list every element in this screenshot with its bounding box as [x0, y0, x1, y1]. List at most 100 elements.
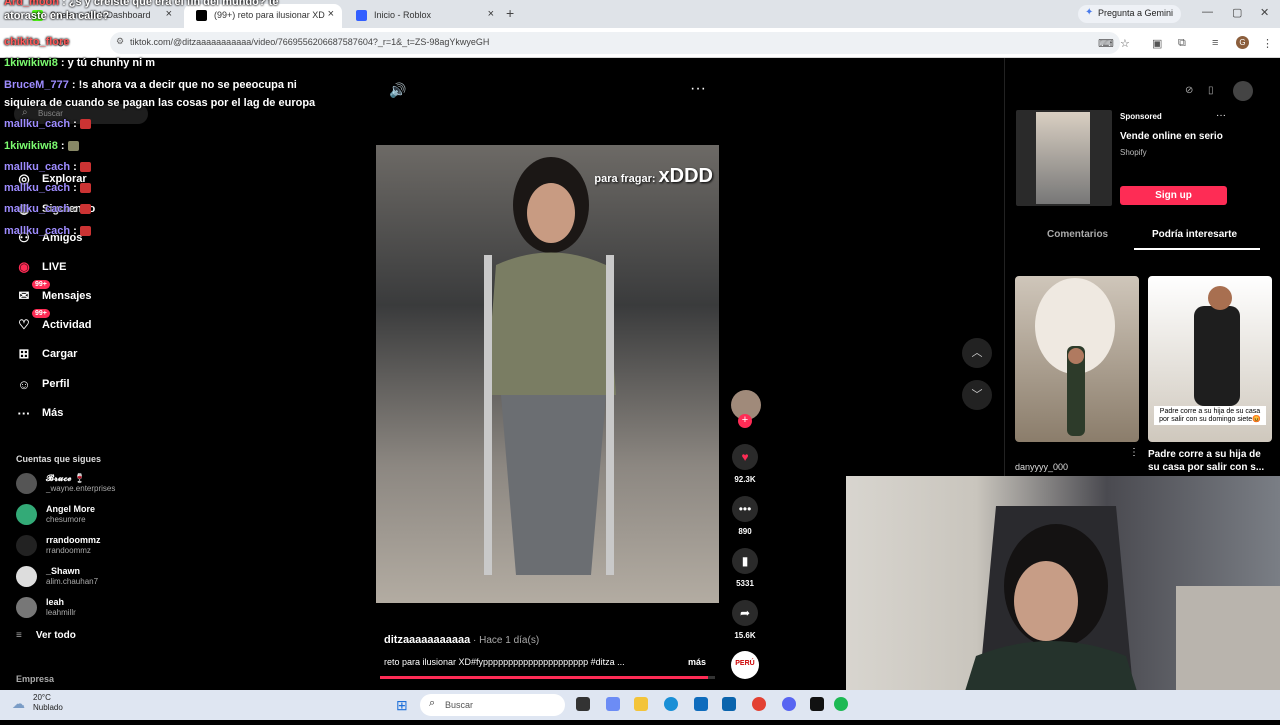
close-tab-icon[interactable]: ×: [488, 8, 494, 20]
list-icon: ≡: [16, 630, 22, 641]
video-player[interactable]: para fragar: xDDD: [376, 145, 719, 603]
sidebar-item-label: Siguiendo: [42, 203, 96, 215]
ad-title[interactable]: Vende online en serio: [1120, 131, 1223, 142]
taskbar-search-input[interactable]: ⌕ Buscar: [420, 694, 565, 716]
outlook-icon[interactable]: [722, 697, 736, 711]
video-author[interactable]: ditzaaaaaaaaaaa · Hace 1 día(s): [384, 634, 539, 646]
sidebar-item-live[interactable]: ◉ LIVE: [14, 256, 66, 278]
device-icon[interactable]: ▯: [1208, 85, 1214, 96]
minimize-icon[interactable]: —: [1202, 6, 1213, 18]
reload-icon[interactable]: ↻: [56, 37, 65, 50]
more-icon: ···: [17, 405, 31, 421]
follow-plus-icon[interactable]: +: [738, 414, 752, 428]
tab-podria-interesarte[interactable]: Podría interesarte: [1152, 229, 1237, 240]
next-video-button[interactable]: ﹀: [962, 380, 992, 410]
close-tab-icon[interactable]: ×: [166, 8, 172, 20]
tab-list-chevron-icon[interactable]: ⌄: [6, 7, 14, 18]
sidebar-item-siguiendo[interactable]: ◍ Siguiendo: [14, 198, 95, 220]
avatar: [16, 535, 37, 556]
tab-title: (99+) reto para ilusionar XD: [214, 10, 325, 20]
recommended-video-thumbnail[interactable]: Padre corre a su hija de su casa por sal…: [1148, 276, 1272, 442]
sidebar-search-input[interactable]: ⌕ Buscar: [14, 104, 148, 124]
sign-up-button[interactable]: Sign up: [1120, 186, 1227, 205]
user-avatar[interactable]: [1233, 81, 1253, 101]
tab-roblox[interactable]: Inicio - Roblox ×: [344, 4, 502, 28]
sidebar-item-label: Más: [42, 407, 64, 419]
sidebar-item-mensajes[interactable]: ✉ 99+ Mensajes: [14, 280, 92, 307]
messages-glyph: ✉: [18, 288, 30, 303]
tab-comentarios[interactable]: Comentarios: [1047, 229, 1108, 240]
weather-cloud-icon: ☁: [12, 696, 25, 711]
profile-avatar[interactable]: G: [1236, 36, 1249, 49]
like-button[interactable]: ♥ 92.3K: [731, 444, 759, 484]
copilot-icon[interactable]: [606, 697, 620, 711]
discord-icon[interactable]: [782, 697, 796, 711]
chrome-icon[interactable]: [752, 697, 766, 711]
sound-disc[interactable]: PERÚ: [731, 651, 759, 679]
sidebar-item-cargar[interactable]: ⊞ Cargar: [14, 343, 78, 365]
sidebar-item-amigos[interactable]: ⚇ Amigos: [14, 227, 82, 249]
forward-icon[interactable]: →: [32, 37, 43, 49]
company-link[interactable]: Empresa: [16, 674, 54, 684]
ad-thumbnail[interactable]: [1016, 110, 1112, 206]
sidebar-item-perfil[interactable]: ☺ Perfil: [14, 373, 69, 395]
volume-icon[interactable]: 🔊: [389, 82, 406, 99]
menu-kebab-icon[interactable]: ⋮: [1262, 37, 1273, 50]
see-all-button[interactable]: ≡ Ver todo: [16, 630, 76, 641]
caption-more-button[interactable]: más: [688, 657, 706, 667]
tab-tiktok-video[interactable]: (99+) reto para ilusionar XD ×: [184, 4, 342, 28]
sidebar-item-mas[interactable]: ··· Más: [14, 402, 64, 424]
task-view-icon[interactable]: [576, 697, 590, 711]
url-text: tiktok.com/@ditzaaaaaaaaaaa/video/766955…: [130, 37, 490, 47]
previous-video-button[interactable]: ︿: [962, 338, 992, 368]
upload-icon: ⊞: [18, 346, 30, 361]
sidebar-item-explorar[interactable]: ◎ Explorar: [14, 168, 86, 190]
sidebar-item-label: LIVE: [42, 261, 67, 273]
comment-button[interactable]: ••• 890: [731, 496, 759, 536]
recommended-video-thumbnail[interactable]: [1015, 276, 1139, 442]
close-tab-icon[interactable]: ×: [328, 8, 334, 20]
activity-icon: ♡ 99+: [14, 309, 50, 335]
sidebar-item-actividad[interactable]: ♡ 99+ Actividad: [14, 309, 92, 336]
back-icon[interactable]: ←: [10, 37, 21, 49]
friends-icon: ⚇: [18, 230, 30, 245]
url-input[interactable]: ⚙ tiktok.com/@ditzaaaaaaaaaaa/video/7669…: [110, 32, 1120, 54]
translate-icon[interactable]: ⌨: [1098, 37, 1114, 50]
edge-icon[interactable]: [664, 697, 678, 711]
file-explorer-icon[interactable]: [634, 697, 648, 711]
site-info-icon[interactable]: ⚙: [116, 36, 124, 47]
spotify-icon[interactable]: [834, 697, 848, 711]
more-options-icon[interactable]: ···: [690, 80, 706, 98]
thumbnail-image: [1035, 278, 1115, 436]
recommended-video-title[interactable]: Padre corre a su hija de su casa por sal…: [1148, 448, 1268, 474]
account-name: leah: [46, 597, 65, 607]
obs-icon[interactable]: [810, 697, 824, 711]
ask-gemini-button[interactable]: Pregunta a Gemini: [1078, 5, 1182, 23]
heart-icon: ♥: [732, 444, 758, 470]
windows-taskbar: ☁ 20°C Nublado ⊞ ⌕ Buscar: [0, 690, 1280, 720]
store-icon[interactable]: [694, 697, 708, 711]
ad-menu-icon[interactable]: ···: [1216, 110, 1226, 121]
puzzle-icon[interactable]: ⧉: [1178, 37, 1186, 50]
save-button[interactable]: ▮ 5331: [731, 548, 759, 588]
bookmark-star-icon[interactable]: ☆: [1120, 37, 1130, 50]
recommended-video-user[interactable]: danyyyy_000: [1015, 462, 1068, 472]
share-button[interactable]: ➦ 15.6K: [731, 600, 759, 640]
reading-list-icon[interactable]: ≡: [1212, 37, 1218, 49]
settings-icon[interactable]: ⊘: [1185, 85, 1193, 96]
tab-kick-dashboard[interactable]: Stream - Kick Dashboard ×: [20, 4, 180, 28]
close-window-icon[interactable]: ✕: [1260, 6, 1269, 19]
maximize-icon[interactable]: ▢: [1232, 6, 1242, 19]
comment-icon: •••: [732, 496, 758, 522]
windows-start-icon[interactable]: ⊞: [396, 697, 408, 714]
creator-avatar-button[interactable]: +: [731, 390, 761, 428]
address-bar-row: ← → ↻ ⚙ tiktok.com/@ditzaaaaaaaaaaa/vide…: [0, 28, 1280, 58]
comment-count: 890: [738, 527, 752, 536]
weather-widget[interactable]: 20°C Nublado: [33, 693, 63, 713]
new-tab-button[interactable]: +: [506, 5, 514, 21]
video-menu-icon[interactable]: ⋮: [1129, 447, 1139, 458]
compass-icon: ◎: [18, 171, 30, 186]
extension-icon[interactable]: ▣: [1152, 37, 1162, 50]
sponsored-label: Sponsored: [1120, 112, 1162, 121]
video-progress-bar[interactable]: [380, 676, 715, 679]
